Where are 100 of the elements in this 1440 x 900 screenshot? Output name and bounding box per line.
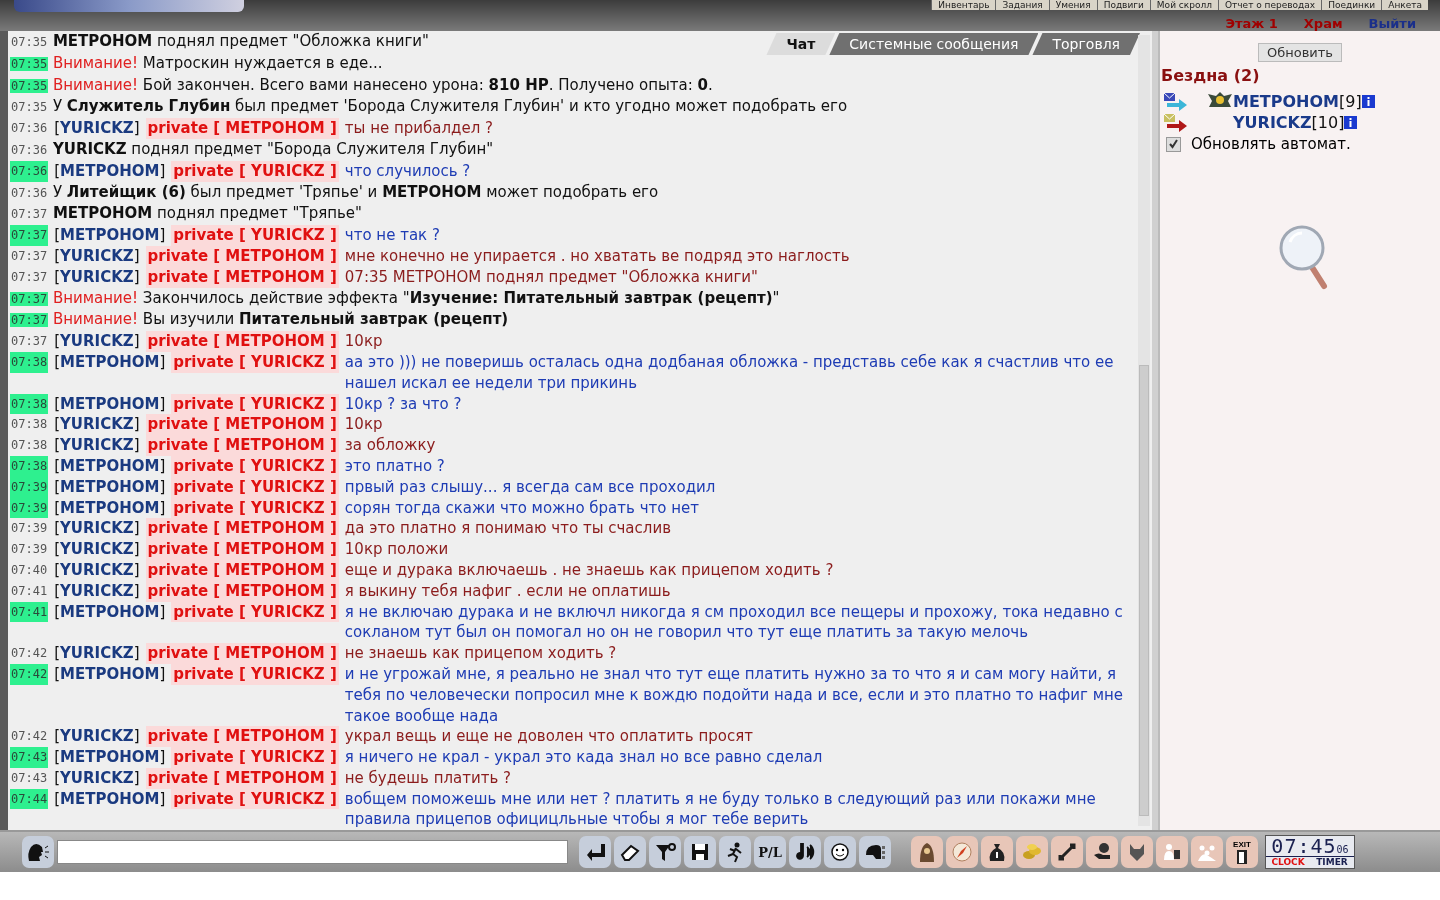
outgoing-arrow-icon[interactable] — [1163, 112, 1189, 133]
sender-name[interactable]: [МЕТРОНОМ] — [54, 663, 166, 685]
sender-name[interactable]: [МЕТРОНОМ] — [54, 601, 166, 623]
sender-name[interactable]: [МЕТРОНОМ] — [54, 225, 166, 246]
checkbox[interactable] — [1166, 136, 1181, 152]
sender-name[interactable]: [YURICKZ] — [54, 435, 140, 456]
sender-name[interactable]: [YURICKZ] — [54, 518, 140, 540]
swap-button[interactable] — [1051, 836, 1083, 868]
sender-name[interactable]: [YURICKZ] — [54, 266, 140, 288]
sender-name[interactable]: [МЕТРОНОМ] — [54, 351, 166, 373]
message-time: 07:42 — [10, 728, 49, 746]
private-tag[interactable]: private [ МЕТРОНОМ ] — [145, 643, 339, 664]
sender-name[interactable]: [МЕТРОНОМ] — [54, 476, 166, 498]
wolf-button[interactable] — [1121, 836, 1153, 868]
private-tag[interactable]: private [ YURICKZ ] — [171, 601, 339, 623]
user-name[interactable]: YURICKZ[10] — [1233, 113, 1345, 132]
private-tag[interactable]: private [ YURICKZ ] — [171, 393, 339, 415]
message-time: 07:41 — [10, 601, 49, 623]
message-time: 07:38 — [10, 437, 49, 455]
sender-name[interactable]: [YURICKZ] — [54, 245, 140, 267]
private-tag[interactable]: private [ YURICKZ ] — [171, 160, 339, 182]
private-tag[interactable]: private [ YURICKZ ] — [171, 351, 339, 373]
enter-button[interactable] — [579, 836, 611, 868]
sender-name[interactable]: [YURICKZ] — [54, 331, 140, 352]
enter-icon — [584, 841, 606, 863]
hand-coin-button[interactable] — [1086, 836, 1118, 868]
private-tag[interactable]: private [ YURICKZ ] — [171, 788, 339, 810]
menu-link[interactable]: Поединки — [1321, 0, 1382, 10]
private-tag[interactable]: private [ YURICKZ ] — [171, 497, 339, 519]
exit-button[interactable]: EXIT — [1226, 836, 1258, 868]
sender-name[interactable]: [YURICKZ] — [54, 414, 140, 436]
menu-link[interactable]: Анкета — [1381, 0, 1428, 10]
menu-link[interactable]: Мой скролл — [1149, 0, 1218, 10]
private-tag[interactable]: private [ МЕТРОНОМ ] — [145, 539, 339, 560]
message-time: 07:36 — [10, 185, 49, 200]
chat-tab[interactable]: Системные сообщения — [829, 33, 1039, 55]
clock-mode-tab[interactable]: TIMER — [1310, 857, 1354, 868]
private-tag[interactable]: private [ МЕТРОНОМ ] — [145, 559, 339, 581]
message-text: 10кр положи — [344, 539, 450, 560]
message-text: не знаешь как прицепом ходить ? — [344, 643, 618, 664]
private-tag[interactable]: private [ МЕТРОНОМ ] — [145, 245, 339, 267]
money-bag-button[interactable] — [981, 836, 1013, 868]
speak-button[interactable] — [22, 836, 54, 868]
person-group-button[interactable] — [1156, 836, 1188, 868]
sender-name[interactable]: [МЕТРОНОМ] — [54, 160, 166, 182]
music-button[interactable] — [789, 836, 821, 868]
sender-name[interactable]: [YURICKZ] — [54, 118, 140, 139]
sender-name[interactable]: [YURICKZ] — [54, 726, 140, 748]
private-tag[interactable]: private [ YURICKZ ] — [171, 663, 339, 685]
sender-name[interactable]: [YURICKZ] — [54, 767, 140, 789]
eraser-button[interactable] — [614, 836, 646, 868]
hooded-figure-button[interactable] — [911, 836, 943, 868]
menu-link[interactable]: Отчет о переводах — [1217, 0, 1322, 10]
sender-name[interactable]: [МЕТРОНОМ] — [54, 455, 166, 477]
compass-icon — [951, 841, 973, 863]
helmet-button[interactable] — [859, 836, 891, 868]
pl-button[interactable]: P/L — [754, 836, 786, 868]
sender-name[interactable]: [YURICKZ] — [54, 539, 140, 560]
sender-name[interactable]: [YURICKZ] — [54, 559, 140, 581]
private-tag[interactable]: private [ YURICKZ ] — [171, 476, 339, 498]
sender-name[interactable]: [YURICKZ] — [54, 580, 140, 602]
menu-link[interactable]: Умения — [1048, 0, 1097, 10]
menu-link[interactable]: Инвентарь — [931, 0, 996, 10]
running-figure-button[interactable] — [719, 836, 751, 868]
chat-tab[interactable]: Чат — [766, 33, 836, 55]
private-tag[interactable]: private [ МЕТРОНОМ ] — [145, 118, 339, 139]
private-tag[interactable]: private [ МЕТРОНОМ ] — [145, 726, 339, 748]
private-tag[interactable]: private [ МЕТРОНОМ ] — [145, 435, 339, 456]
private-tag[interactable]: private [ МЕТРОНОМ ] — [145, 518, 339, 540]
refresh-button[interactable]: Обновить — [1257, 43, 1343, 62]
sender-name[interactable]: [МЕТРОНОМ] — [54, 497, 166, 519]
info-icon[interactable] — [1361, 95, 1375, 108]
clock-mode-tab[interactable]: CLOCK — [1266, 857, 1310, 868]
private-tag[interactable]: private [ YURICKZ ] — [171, 455, 339, 477]
message-time: 07:43 — [10, 747, 49, 768]
scrollbar[interactable] — [1138, 35, 1150, 826]
private-tag[interactable]: private [ YURICKZ ] — [171, 747, 339, 768]
message-time: 07:37 — [10, 225, 49, 246]
message-time: 07:39 — [10, 520, 49, 538]
private-tag[interactable]: private [ МЕТРОНОМ ] — [145, 331, 339, 352]
info-icon[interactable] — [1344, 116, 1358, 129]
incoming-arrow-icon[interactable] — [1163, 91, 1189, 112]
private-tag[interactable]: private [ МЕТРОНОМ ] — [145, 414, 339, 436]
message-input[interactable] — [57, 840, 568, 864]
chat-tab[interactable]: Торговля — [1032, 33, 1140, 55]
private-tag[interactable]: private [ YURICKZ ] — [171, 225, 339, 246]
private-tag[interactable]: private [ МЕТРОНОМ ] — [145, 580, 339, 602]
sender-name[interactable]: [МЕТРОНОМ] — [54, 788, 166, 810]
menu-link[interactable]: Задания — [995, 0, 1049, 10]
private-tag[interactable]: private [ МЕТРОНОМ ] — [145, 767, 339, 789]
private-tag[interactable]: private [ МЕТРОНОМ ] — [145, 266, 339, 288]
smiley-button[interactable] — [824, 836, 856, 868]
filter-button[interactable] — [649, 836, 681, 868]
user-name[interactable]: МЕТРОНОМ[9] — [1233, 92, 1362, 111]
sender-name[interactable]: [YURICKZ] — [54, 643, 140, 664]
menu-link[interactable]: Подвиги — [1096, 0, 1150, 10]
sender-name[interactable]: [МЕТРОНОМ] — [54, 747, 166, 768]
save-button[interactable] — [684, 836, 716, 868]
message-time: 07:41 — [10, 582, 49, 600]
sender-name[interactable]: [МЕТРОНОМ] — [54, 393, 166, 415]
